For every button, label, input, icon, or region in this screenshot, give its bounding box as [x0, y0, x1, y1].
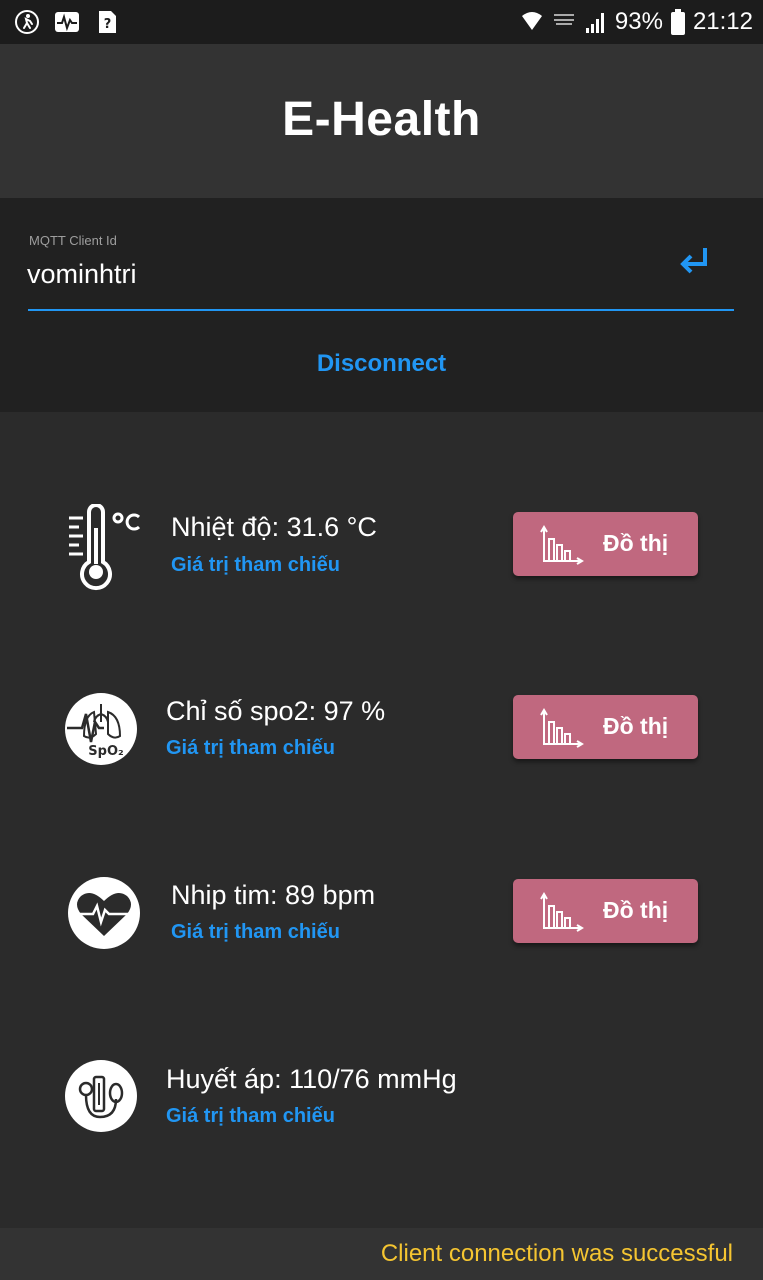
app-bar: E-Health [0, 44, 763, 198]
battery-percent: 93% [614, 8, 663, 35]
mqtt-client-id-label: MQTT Client Id [29, 233, 117, 248]
blood-pressure-value: Huyết áp: 110/76 mmHg [166, 1064, 457, 1094]
mqtt-client-id-field[interactable] [27, 254, 627, 294]
graph-button-label: Đồ thị [603, 713, 669, 739]
blood-pressure-icon [65, 1060, 137, 1132]
mqtt-field-underline [28, 309, 734, 311]
metric-spo2: SpO₂ Chỉ số spo2: 97 % Giá trị tham chiế… [0, 684, 763, 774]
graph-button-label: Đồ thị [603, 530, 669, 556]
thermometer-icon [69, 504, 141, 591]
heart-rate-value: Nhip tim: 89 bpm [171, 880, 376, 910]
lungs-spo2-icon: SpO₂ [65, 693, 137, 765]
svg-text:?: ? [104, 17, 112, 32]
svg-text:SpO₂: SpO₂ [88, 744, 123, 759]
bar-chart-icon [540, 708, 584, 748]
heart-rate-reference-link[interactable]: Giá trị tham chiếu [171, 921, 340, 944]
app-title: E-Health [282, 93, 481, 146]
snackbar: Client connection was successful [0, 1228, 763, 1280]
mqtt-panel: MQTT Client Id Disconnect [0, 198, 763, 412]
status-bar-right: 93% 21:12 [521, 6, 753, 38]
wifi-icon [521, 12, 542, 30]
unknown-app-icon: ? [99, 11, 116, 33]
metric-blood-pressure: Huyết áp: 110/76 mmHg Giá trị tham chiếu [0, 1052, 763, 1142]
temperature-value: Nhiệt độ: 31.6 °C [171, 512, 377, 542]
status-bar-left-icons: ? [14, 9, 120, 35]
temperature-reference-link[interactable]: Giá trị tham chiếu [171, 554, 340, 577]
bar-chart-icon [540, 525, 584, 565]
data-transfer-icon [553, 14, 574, 25]
activity-icon [55, 12, 79, 32]
metric-temperature: Nhiệt độ: 31.6 °C Giá trị tham chiếu Đồ … [0, 500, 763, 591]
enter-icon[interactable] [675, 242, 713, 280]
spo2-reference-link[interactable]: Giá trị tham chiếu [166, 737, 335, 760]
temperature-graph-button[interactable]: Đồ thị [513, 512, 698, 576]
battery-icon [670, 9, 685, 35]
clock: 21:12 [692, 8, 753, 35]
metric-heart-rate: Nhip tim: 89 bpm Giá trị tham chiếu Đồ t… [0, 868, 763, 958]
heart-rate-graph-button[interactable]: Đồ thị [513, 879, 698, 943]
spo2-value: Chỉ số spo2: 97 % [166, 696, 386, 726]
status-bar: ? 93% 21:12 [0, 0, 763, 44]
spo2-graph-button[interactable]: Đồ thị [513, 695, 698, 759]
bar-chart-icon [540, 892, 584, 932]
disconnect-button[interactable]: Disconnect [0, 350, 763, 378]
signal-icon [585, 13, 604, 33]
heart-rate-icon [68, 877, 140, 949]
running-icon [15, 10, 39, 34]
snackbar-message: Client connection was successful [380, 1240, 733, 1267]
blood-pressure-reference-link[interactable]: Giá trị tham chiếu [166, 1105, 335, 1128]
graph-button-label: Đồ thị [603, 897, 669, 923]
